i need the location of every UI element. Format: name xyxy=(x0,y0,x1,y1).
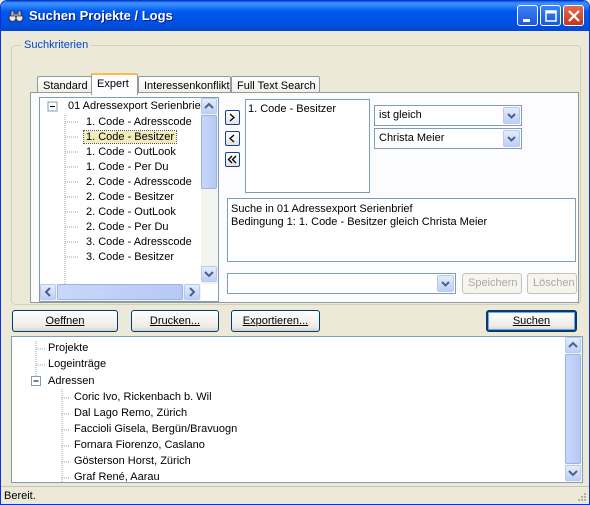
tree-item-selected[interactable]: 1. Code - Besitzer xyxy=(82,130,178,145)
criteria-group-label: Suchkriterien xyxy=(21,39,92,51)
results-projects-node[interactable]: Projekte xyxy=(46,341,90,356)
chevron-down-icon xyxy=(204,271,214,278)
dropdown-button[interactable] xyxy=(503,107,520,124)
tree-item[interactable]: 1. Code - Adresscode xyxy=(84,115,194,130)
tab-expert[interactable]: Expert xyxy=(91,73,138,95)
close-icon xyxy=(568,10,580,22)
operator-value: ist gleich xyxy=(379,109,422,121)
tree-item[interactable]: 3. Code - Besitzer xyxy=(84,250,176,265)
query-summary: Suche in 01 Adressexport Serienbrief Bed… xyxy=(227,198,576,262)
tree-root[interactable]: 01 Adressexport Serienbrief xyxy=(66,99,206,114)
address-item[interactable]: Coric Ivo, Rickenbach b. Wil xyxy=(72,390,214,405)
results-vertical-scrollbar[interactable] xyxy=(565,337,582,482)
status-text: Bereit. xyxy=(4,490,36,502)
saved-query-select[interactable] xyxy=(227,273,456,294)
dropdown-button[interactable] xyxy=(503,130,520,147)
address-item[interactable]: Gösterson Horst, Zürich xyxy=(72,454,193,469)
scroll-down-button[interactable] xyxy=(201,266,217,282)
scroll-down-button[interactable] xyxy=(565,465,581,481)
address-item[interactable]: Fornara Fiorenzo, Caslano xyxy=(72,438,207,453)
value-select[interactable]: Christa Meier xyxy=(374,128,522,149)
scroll-right-button[interactable] xyxy=(184,284,200,300)
summary-line-1: Suche in 01 Adressexport Serienbrief xyxy=(231,203,413,215)
chevron-up-icon xyxy=(568,341,578,348)
scroll-up-button[interactable] xyxy=(201,98,217,114)
chevron-left-icon xyxy=(44,287,51,297)
tree-item[interactable]: 1. Code - OutLook xyxy=(84,145,178,160)
chevron-down-icon xyxy=(507,136,516,142)
tree-item[interactable]: 3. Code - Adresscode xyxy=(84,235,194,250)
scroll-thumb[interactable] xyxy=(201,115,217,189)
delete-query-button[interactable]: Löschen xyxy=(527,273,577,294)
tree-item[interactable]: 2. Code - Besitzer xyxy=(84,190,176,205)
arrow-left-icon xyxy=(229,134,235,143)
close-button[interactable] xyxy=(563,5,584,26)
minimize-button[interactable] xyxy=(517,5,538,26)
arrow-right-icon xyxy=(229,113,235,122)
window-title: Suchen Projekte / Logs xyxy=(29,8,173,23)
tree-item[interactable]: 2. Code - Per Du xyxy=(84,220,171,235)
chevron-down-icon xyxy=(507,113,516,119)
results-tree[interactable]: Projekte Logeinträge Adressen Coric Ivo,… xyxy=(11,336,583,483)
chevron-right-icon xyxy=(189,287,196,297)
print-button[interactable]: Drucken... xyxy=(131,310,219,332)
maximize-icon xyxy=(545,10,557,22)
search-window: Suchen Projekte / Logs Suchkriterien Sta… xyxy=(0,0,590,505)
scroll-thumb[interactable] xyxy=(565,354,581,464)
double-arrow-left-icon xyxy=(227,155,237,164)
tree-item[interactable]: 2. Code - Adresscode xyxy=(84,175,194,190)
tree-horizontal-scrollbar[interactable] xyxy=(40,284,201,301)
remove-field-button[interactable] xyxy=(225,131,240,146)
binoculars-icon xyxy=(8,10,24,22)
operator-select[interactable]: ist gleich xyxy=(374,105,522,126)
remove-all-fields-button[interactable] xyxy=(225,152,240,167)
hscroll-thumb[interactable] xyxy=(57,284,183,300)
save-query-button[interactable]: Speichern xyxy=(462,273,522,294)
open-button[interactable]: Oeffnen xyxy=(12,310,118,332)
dropdown-button[interactable] xyxy=(437,275,454,292)
selected-fields-list[interactable]: 1. Code - Besitzer xyxy=(245,99,370,193)
selected-field-item[interactable]: 1. Code - Besitzer xyxy=(248,103,336,115)
minimize-icon xyxy=(523,19,530,22)
search-button[interactable]: Suchen xyxy=(486,310,577,332)
summary-line-2: Bedingung 1: 1. Code - Besitzer gleich C… xyxy=(231,216,488,228)
chevron-down-icon xyxy=(441,281,450,287)
value-text: Christa Meier xyxy=(379,132,445,144)
address-item[interactable]: Faccioli Gisela, Bergün/Bravuogn xyxy=(72,422,239,437)
maximize-button[interactable] xyxy=(540,5,561,26)
scroll-up-button[interactable] xyxy=(565,337,581,353)
title-bar[interactable]: Suchen Projekte / Logs xyxy=(1,1,589,31)
chevron-up-icon xyxy=(204,102,214,109)
address-item[interactable]: Graf René, Aarau xyxy=(72,470,162,482)
scroll-left-button[interactable] xyxy=(40,284,56,300)
results-addresses-node[interactable]: Adressen xyxy=(46,374,96,389)
field-tree[interactable]: 01 Adressexport Serienbrief 1. Code - Ad… xyxy=(39,97,219,302)
tree-item[interactable]: 2. Code - OutLook xyxy=(84,205,178,220)
tree-item[interactable]: 1. Code - Per Du xyxy=(84,160,171,175)
results-log-entries-node[interactable]: Logeinträge xyxy=(46,357,108,372)
status-bar: Bereit. xyxy=(1,486,589,504)
address-item[interactable]: Dal Lago Remo, Zürich xyxy=(72,406,189,421)
tree-vertical-scrollbar[interactable] xyxy=(201,98,218,284)
add-field-button[interactable] xyxy=(225,110,240,125)
export-button[interactable]: Exportieren... xyxy=(231,310,320,332)
chevron-down-icon xyxy=(568,470,578,477)
resize-grip-icon[interactable] xyxy=(575,490,587,502)
